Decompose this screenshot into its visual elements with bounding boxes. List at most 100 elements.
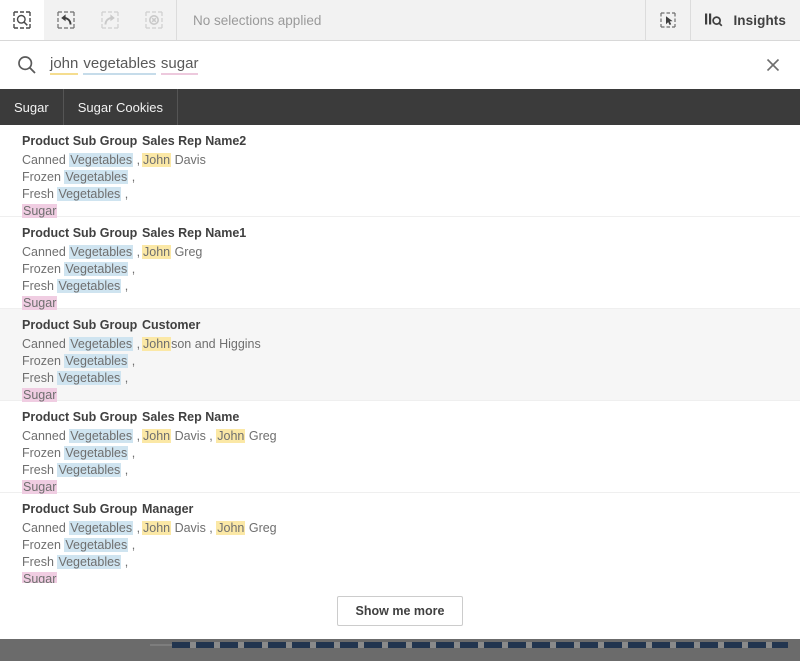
- search-term-john[interactable]: john: [50, 55, 78, 75]
- field-value-line[interactable]: Canned Vegetables ,: [22, 428, 142, 445]
- field-value-line[interactable]: Sugar: [22, 571, 142, 583]
- field-value-line[interactable]: John Davis: [142, 152, 800, 169]
- value-text: Davis: [171, 153, 206, 167]
- value-text: ,: [121, 187, 128, 201]
- search-result-row[interactable]: Product Sub GroupCanned Vegetables ,Froz…: [0, 493, 800, 583]
- search-match-highlight: Vegetables: [64, 170, 128, 184]
- search-term-vegetables[interactable]: vegetables: [83, 55, 156, 75]
- field-title: Product Sub Group: [22, 409, 142, 425]
- field-values: Canned Vegetables ,Frozen Vegetables ,Fr…: [22, 336, 142, 404]
- value-text: ,: [128, 354, 135, 368]
- tab-sugar[interactable]: Sugar: [0, 89, 64, 125]
- value-text: Davis ,: [171, 521, 216, 535]
- result-field-right: Sales Rep NameJohn Davis , John Greg: [142, 409, 800, 492]
- field-value-line[interactable]: Canned Vegetables ,: [22, 244, 142, 261]
- field-value-line[interactable]: Frozen Vegetables ,: [22, 353, 142, 370]
- value-text: Canned: [22, 521, 69, 535]
- field-values: John Davis , John Greg: [142, 520, 800, 537]
- search-term-sugar[interactable]: sugar: [161, 55, 199, 75]
- tab-sugar-cookies[interactable]: Sugar Cookies: [64, 89, 178, 125]
- value-text: Frozen: [22, 170, 64, 184]
- search-result-row[interactable]: Product Sub Group Canned Vegetables ,Froz…: [0, 217, 800, 309]
- selections-toolbar-right: Insights: [645, 0, 800, 40]
- search-match-highlight: Vegetables: [57, 463, 121, 477]
- search-result-row[interactable]: Product Sub GroupCanned Vegetables ,Froz…: [0, 309, 800, 401]
- field-values: Canned Vegetables ,Frozen Vegetables ,Fr…: [22, 520, 142, 583]
- value-text: ,: [121, 463, 128, 477]
- search-match-highlight: Vegetables: [57, 555, 121, 569]
- value-text: ,: [133, 429, 140, 443]
- undo-arrow-icon: [56, 10, 76, 30]
- search-match-highlight: Vegetables: [57, 187, 121, 201]
- search-match-highlight: Sugar: [22, 204, 57, 218]
- selection-search-icon: [12, 10, 32, 30]
- field-value-line[interactable]: Fresh Vegetables ,: [22, 278, 142, 295]
- field-value-line[interactable]: Canned Vegetables ,: [22, 336, 142, 353]
- bottom-bar-lead-line: [150, 644, 174, 646]
- selection-search-button[interactable]: [0, 0, 44, 40]
- field-values: John Davis , John Greg: [142, 428, 800, 445]
- value-text: Frozen: [22, 446, 64, 460]
- field-value-line[interactable]: John Davis , John Greg: [142, 520, 800, 537]
- search-match-highlight: John: [142, 245, 171, 259]
- search-match-highlight: Vegetables: [69, 245, 133, 259]
- field-value-line[interactable]: Sugar: [22, 387, 142, 404]
- smart-search-bar[interactable]: john vegetables sugar: [0, 41, 800, 89]
- step-back-button[interactable]: [44, 0, 88, 40]
- value-text: son and Higgins: [171, 337, 261, 351]
- bottom-bar-dashed-strip: [172, 642, 788, 648]
- show-me-more-button[interactable]: Show me more: [337, 596, 464, 626]
- field-values: John Davis: [142, 152, 800, 169]
- field-title: Product Sub Group: [22, 225, 142, 241]
- field-value-line[interactable]: Canned Vegetables ,: [22, 520, 142, 537]
- selections-tool-button[interactable]: [645, 0, 690, 40]
- value-text: Canned: [22, 429, 69, 443]
- result-field-left: Product Sub GroupCanned Vegetables ,Froz…: [0, 409, 142, 492]
- field-value-line[interactable]: Canned Vegetables ,: [22, 152, 142, 169]
- value-text: ,: [128, 262, 135, 276]
- value-text: ,: [121, 279, 128, 293]
- field-value-line[interactable]: John Greg: [142, 244, 800, 261]
- field-value-line[interactable]: Sugar: [22, 479, 142, 496]
- show-more-area: Show me more: [0, 583, 800, 639]
- field-value-line[interactable]: Fresh Vegetables ,: [22, 186, 142, 203]
- value-text: ,: [128, 538, 135, 552]
- field-value-line[interactable]: Johnson and Higgins: [142, 336, 800, 353]
- value-text: ,: [133, 153, 140, 167]
- search-match-highlight: Vegetables: [57, 371, 121, 385]
- search-match-highlight: John: [142, 337, 171, 351]
- field-values: John Greg: [142, 244, 800, 261]
- search-input[interactable]: john vegetables sugar: [50, 55, 760, 75]
- field-value-line[interactable]: Sugar: [22, 203, 142, 220]
- field-value-line[interactable]: Sugar: [22, 295, 142, 312]
- field-value-line[interactable]: Frozen Vegetables ,: [22, 261, 142, 278]
- field-value-line[interactable]: Frozen Vegetables ,: [22, 445, 142, 462]
- insights-label: Insights: [733, 13, 786, 28]
- search-match-highlight: Vegetables: [69, 521, 133, 535]
- field-value-line[interactable]: Fresh Vegetables ,: [22, 462, 142, 479]
- field-values: Johnson and Higgins: [142, 336, 800, 353]
- search-result-row[interactable]: Product Sub GroupCanned Vegetables ,Froz…: [0, 401, 800, 493]
- field-title: Sales Rep Name2: [142, 133, 800, 149]
- value-text: ,: [133, 245, 140, 259]
- search-match-highlight: John: [142, 429, 171, 443]
- value-text: Frozen: [22, 538, 64, 552]
- field-value-line[interactable]: Frozen Vegetables ,: [22, 537, 142, 554]
- value-text: Fresh: [22, 187, 57, 201]
- search-match-highlight: John: [142, 153, 171, 167]
- search-match-highlight: Sugar: [22, 388, 57, 402]
- search-result-row[interactable]: Product Sub Group Canned Vegetables ,Froz…: [0, 125, 800, 217]
- field-value-line[interactable]: Fresh Vegetables ,: [22, 370, 142, 387]
- field-value-line[interactable]: Fresh Vegetables ,: [22, 554, 142, 571]
- field-value-line[interactable]: Frozen Vegetables ,: [22, 169, 142, 186]
- search-match-highlight: Vegetables: [64, 538, 128, 552]
- search-match-highlight: John: [216, 521, 245, 535]
- close-icon: [765, 57, 781, 73]
- search-match-highlight: Vegetables: [69, 153, 133, 167]
- field-title: Product Sub Group: [22, 501, 142, 517]
- field-value-line[interactable]: John Davis , John Greg: [142, 428, 800, 445]
- search-clear-button[interactable]: [760, 52, 786, 78]
- value-text: Fresh: [22, 371, 57, 385]
- field-title: Product Sub Group: [22, 133, 142, 149]
- insights-button[interactable]: Insights: [690, 0, 800, 40]
